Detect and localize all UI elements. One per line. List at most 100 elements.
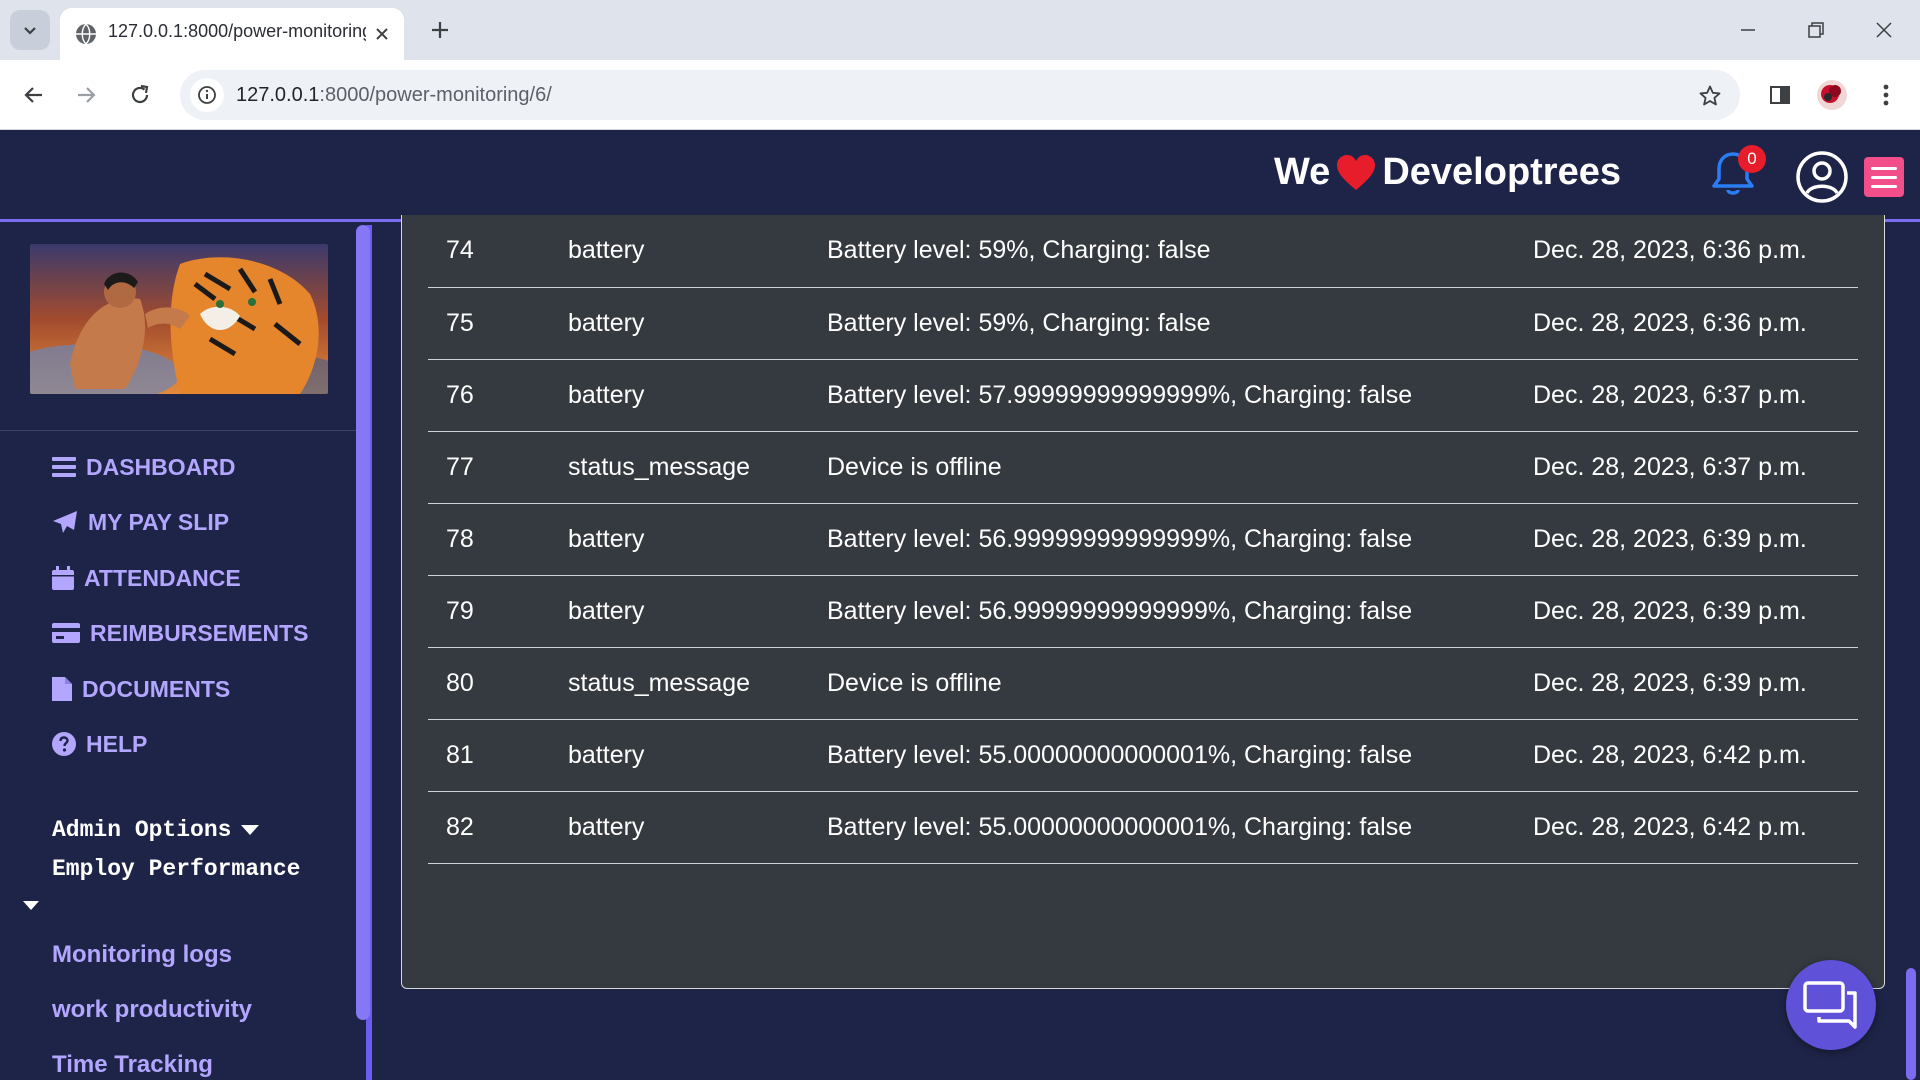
log-message-cell: Battery level: 59%, Charging: false [827,287,1533,360]
sidebar-link-time-tracking[interactable]: Time Tracking [52,1051,213,1079]
table-row: 81 battery Battery level: 55.0000000000000… [428,719,1858,792]
table-row: 79 battery Battery level: 56.9999999999999… [428,575,1858,648]
user-avatar-icon[interactable] [1796,151,1848,203]
sidebar-item-my-pay-slip[interactable]: MY PAY SLIP [52,505,229,539]
browser-toolbar: 127.0.0.1:8000/power-monitoring/6/ [0,60,1920,130]
log-time-cell: Dec. 28, 2023, 6:37 p.m. [1533,431,1858,504]
reload-icon[interactable] [120,75,160,115]
paper-plane-icon [53,511,77,533]
log-type-cell: status_message [568,647,827,720]
log-time-cell: Dec. 28, 2023, 6:42 p.m. [1533,791,1858,864]
sidebar-item-reimbursements[interactable]: REIMBURSEMENTS [52,616,309,650]
log-message-cell: Battery level: 55.00000000000001%, Charg… [827,719,1533,792]
log-type-cell: battery [568,359,827,432]
forward-icon[interactable] [66,75,106,115]
globe-icon [76,23,96,45]
log-message-cell: Device is offline [827,431,1533,504]
admin-options-label: Admin Options [52,817,232,843]
address-bar[interactable]: 127.0.0.1:8000/power-monitoring/6/ [180,70,1740,120]
log-id-cell: 82 [428,791,568,864]
sidebar: DASHBOARD MY PAY SLIP ATTENDANCE REIMBUR… [0,225,372,1080]
employ-performance-toggle[interactable]: Employ Performance [52,856,300,882]
sidebar-item-help[interactable]: HELP [52,727,147,761]
log-time-cell: Dec. 28, 2023, 6:37 p.m. [1533,359,1858,432]
log-id-cell: 77 [428,431,568,504]
log-type-cell: battery [568,287,827,360]
tab-list-icon[interactable] [10,10,50,50]
table-row: 78 battery Battery level: 56.9999999999999… [428,503,1858,576]
sidebar-item-label: DASHBOARD [86,453,236,480]
heart-icon [1337,154,1376,190]
log-id-cell: 80 [428,647,568,720]
file-icon [52,677,72,701]
bars-icon [52,457,76,477]
log-type-cell: battery [568,575,827,648]
sidebar-item-label: HELP [86,730,148,757]
calendar-icon [52,566,74,590]
log-message-cell: Battery level: 56.99999999999999%, Charg… [827,503,1533,576]
close-icon[interactable] [368,20,396,48]
table-row: 80 status_message Device is offline Dec. 28… [428,647,1858,720]
sidebar-scrollbar[interactable] [356,225,370,1020]
plus-icon[interactable] [424,14,456,46]
log-id-cell: 78 [428,503,568,576]
browser-tab-bar: 127.0.0.1:8000/power-monitoring/6/ [0,0,1920,60]
star-icon[interactable] [1694,80,1726,112]
url-host: 127.0.0.1 [236,84,320,106]
minimize-icon[interactable] [1728,12,1768,48]
log-time-cell: Dec. 28, 2023, 6:39 p.m. [1533,647,1858,720]
log-type-cell: battery [568,791,827,864]
tiger-fighter-logo [30,244,328,394]
brand-logo[interactable]: We Developtrees [1274,151,1621,194]
browser-tab[interactable]: 127.0.0.1:8000/power-monitoring/6/ [60,8,404,60]
admin-options-toggle[interactable]: Admin Options [52,817,260,843]
caret-down-icon [241,824,260,835]
table-row: 76 battery Battery level: 57.9999999999999… [428,359,1858,432]
back-icon[interactable] [14,75,54,115]
page-scrollbar-track[interactable] [1902,225,1920,1080]
log-time-cell: Dec. 28, 2023, 6:42 p.m. [1533,719,1858,792]
more-icon[interactable] [1866,75,1906,115]
log-time-cell: Dec. 28, 2023, 6:39 p.m. [1533,503,1858,576]
log-type-cell: status_message [568,431,827,504]
url-text: 127.0.0.1:8000/power-monitoring/6/ [236,84,552,107]
log-message-cell: Device is offline [827,647,1533,720]
question-circle-icon [52,732,76,756]
monitoring-log-table: 74 battery Battery level: 59%, Charging: f… [428,215,1858,864]
profile-icon[interactable] [1812,75,1852,115]
employ-performance-label: Employ Performance [52,856,301,882]
page-scrollbar-thumb[interactable] [1906,968,1916,1080]
log-type-cell: battery [568,719,827,792]
tab-title: 127.0.0.1:8000/power-monitoring/6/ [108,21,366,41]
sidebar-link-monitoring-logs[interactable]: Monitoring logs [52,941,232,969]
sidebar-item-label: ATTENDANCE [84,564,241,591]
log-type-cell: battery [568,503,827,576]
sidebar-item-attendance[interactable]: ATTENDANCE [52,561,241,595]
log-type-cell: battery [568,215,827,288]
log-message-cell: Battery level: 55.00000000000001%, Charg… [827,791,1533,864]
brand-prefix: We [1274,151,1331,193]
hamburger-menu-icon[interactable] [1864,157,1904,197]
notification-badge: 0 [1738,145,1766,173]
url-path: :8000/power-monitoring/6/ [319,84,552,106]
table-row: 77 status_message Device is offline Dec. 28… [428,431,1858,504]
log-message-cell: Battery level: 59%, Charging: false [827,215,1533,288]
sidebar-item-dashboard[interactable]: DASHBOARD [52,450,236,484]
log-time-cell: Dec. 28, 2023, 6:36 p.m. [1533,215,1858,288]
sidebar-item-label: REIMBURSEMENTS [90,619,309,646]
log-time-cell: Dec. 28, 2023, 6:36 p.m. [1533,287,1858,360]
app-header: We Developtrees 0 [0,131,1920,222]
site-info-icon[interactable] [190,78,224,112]
monitoring-log-card: 74 battery Battery level: 59%, Charging: f… [401,215,1885,989]
side-panel-icon[interactable] [1760,75,1800,115]
table-row: 82 battery Battery level: 55.0000000000000… [428,791,1858,864]
table-row: 74 battery Battery level: 59%, Charging: f… [428,215,1858,288]
caret-down-icon[interactable] [23,901,39,910]
window-close-icon[interactable] [1864,12,1904,48]
sidebar-link-work-productivity[interactable]: work productivity [52,996,252,1024]
sidebar-item-documents[interactable]: DOCUMENTS [52,672,230,706]
chat-icon[interactable] [1786,960,1876,1050]
log-id-cell: 75 [428,287,568,360]
sidebar-item-label: DOCUMENTS [82,675,231,702]
restore-icon[interactable] [1796,12,1836,48]
